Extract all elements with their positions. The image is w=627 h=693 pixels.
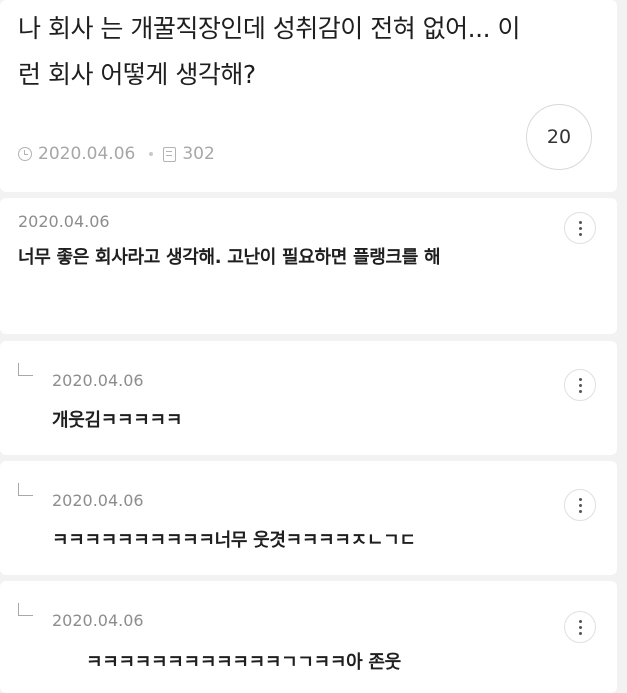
reply-text: 개웃김ㅋㅋㅋㅋㅋ (52, 410, 183, 431)
more-dot-icon (578, 232, 582, 236)
more-dot-icon (578, 497, 582, 501)
comment-date: 2020.04.06 (18, 212, 110, 231)
reply-arrow-icon (18, 603, 33, 616)
reply-text: ㅋㅋㅋㅋㅋㅋㅋㅋㅋㅋ너무 웃겻ㅋㅋㅋㅋㅈㄴㄱㄷ (52, 530, 416, 551)
comment-text: 너무 좋은 회사라고 생각해. 고난이 필요하면 플랭크를 해 (18, 247, 441, 268)
reply-item: 2020.04.06 ㅋㅋㅋㅋㅋㅋㅋㅋㅋㅋ너무 웃겻ㅋㅋㅋㅋㅈㄴㄱㄷ (0, 461, 617, 575)
more-dot-icon (578, 389, 582, 393)
reply-item: 2020.04.06 ㅋㅋㅋㅋㅋㅋㅋㅋㅋㅋㅋㅋㄱㄱㅋㅋ아 존웃 (0, 581, 617, 693)
reply-item: 2020.04.06 개웃김ㅋㅋㅋㅋㅋ (0, 341, 617, 455)
post-views: 302 (182, 144, 215, 164)
reply-text: ㅋㅋㅋㅋㅋㅋㅋㅋㅋㅋㅋㅋㄱㄱㅋㅋ아 존웃 (86, 652, 401, 673)
more-dot-icon (578, 625, 582, 629)
more-dot-icon (578, 509, 582, 513)
reply-date: 2020.04.06 (52, 371, 144, 390)
comment-count-button[interactable]: 20 (526, 104, 592, 170)
post-card: 나 회사 는 개꿀직장인데 성취감이 전혀 없어... 이런 회사 어떻게 생각… (0, 0, 617, 192)
more-options-button[interactable] (564, 489, 596, 521)
more-options-button[interactable] (564, 369, 596, 401)
post-title: 나 회사 는 개꿀직장인데 성취감이 전혀 없어... 이런 회사 어떻게 생각… (18, 14, 520, 89)
views-icon (163, 146, 177, 162)
reply-arrow-icon (18, 363, 33, 376)
more-options-button[interactable] (564, 212, 596, 244)
reply-arrow-icon (18, 483, 33, 496)
meta-separator (149, 152, 154, 156)
more-dot-icon (578, 226, 582, 230)
more-dot-icon (578, 377, 582, 381)
clock-icon (18, 147, 32, 161)
more-dot-icon (578, 383, 582, 387)
more-dot-icon (578, 503, 582, 507)
more-dot-icon (578, 619, 582, 623)
more-dot-icon (578, 220, 582, 224)
post-meta: 2020.04.06 302 (18, 144, 215, 164)
reply-date: 2020.04.06 (52, 611, 144, 630)
post-date: 2020.04.06 (38, 144, 136, 164)
comment-item: 2020.04.06 너무 좋은 회사라고 생각해. 고난이 필요하면 플랭크를… (0, 198, 617, 334)
more-dot-icon (578, 631, 582, 635)
page: 나 회사 는 개꿀직장인데 성취감이 전혀 없어... 이런 회사 어떻게 생각… (0, 0, 627, 693)
reply-date: 2020.04.06 (52, 491, 144, 510)
more-options-button[interactable] (564, 611, 596, 643)
